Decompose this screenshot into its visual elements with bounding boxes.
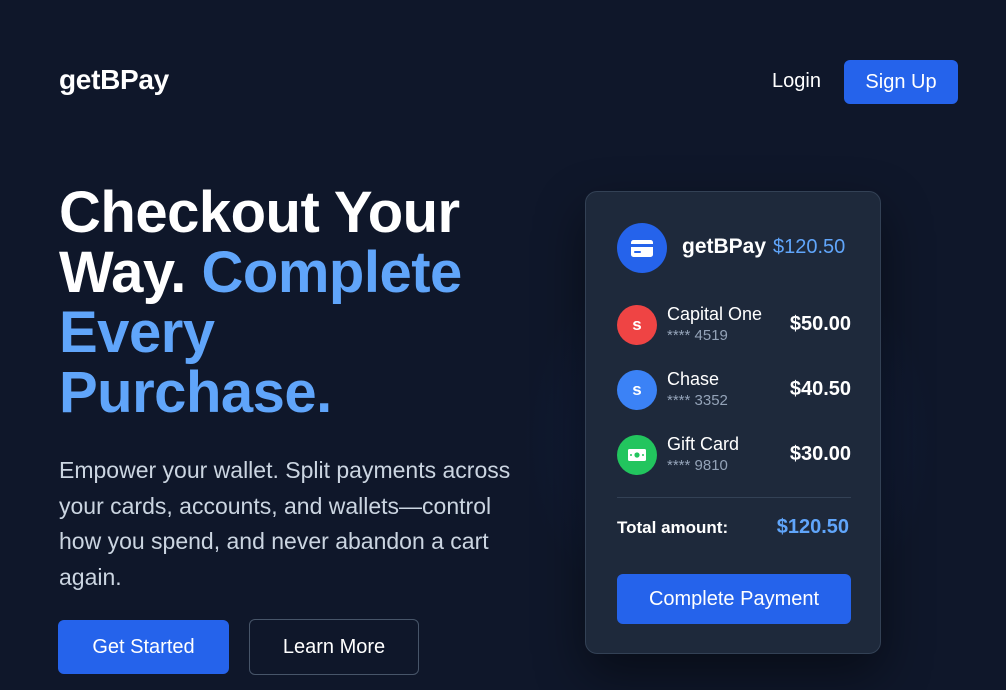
payment-method-mask: **** 4519 (667, 327, 728, 344)
signup-button[interactable]: Sign Up (844, 60, 958, 104)
payment-method-amount: $40.50 (789, 378, 851, 400)
total-amount: $120.50 (776, 516, 849, 538)
capital-one-icon: s (617, 305, 657, 345)
card-brand-name: getBPay (682, 235, 767, 258)
hero-title-accent-purchase: Purchase. (59, 360, 332, 425)
payment-method-name: Capital One (667, 304, 763, 324)
payment-method-name: Chase (667, 369, 720, 389)
payment-card: getBPay $120.50 s Capital One **** 4519 … (585, 191, 881, 654)
chase-icon: s (617, 370, 657, 410)
hero-title-line2: Way. (59, 240, 186, 305)
hero-title-accent-complete: Complete (201, 240, 463, 305)
total-label: Total amount: (617, 518, 729, 537)
hero-subtitle: Empower your wallet. Split payments acro… (59, 457, 511, 590)
payment-method-mask: **** 9810 (667, 457, 728, 474)
credit-card-icon (617, 223, 667, 273)
money-bill-icon (617, 435, 657, 475)
hero-title-line1: Checkout Your (59, 180, 460, 245)
payment-method-row[interactable]: Gift Card **** 9810 $30.00 (617, 434, 851, 476)
hero-title: Checkout Your Way. Complete Every Purcha… (59, 183, 529, 423)
payment-method-amount: $30.00 (789, 443, 851, 465)
payment-method-amount: $50.00 (789, 313, 851, 335)
card-divider (617, 497, 851, 498)
complete-payment-button[interactable]: Complete Payment (617, 574, 851, 624)
login-link[interactable]: Login (772, 70, 821, 93)
payment-method-name: Gift Card (667, 434, 740, 454)
brand-logo[interactable]: getBPay (59, 64, 169, 96)
hero-title-accent-every: Every (59, 300, 215, 365)
learn-more-button[interactable]: Learn More (249, 619, 419, 675)
payment-method-row[interactable]: s Chase **** 3352 $40.50 (617, 369, 851, 411)
card-brand-amount: $120.50 (773, 236, 846, 258)
get-started-button[interactable]: Get Started (58, 620, 229, 674)
payment-method-mask: **** 3352 (667, 392, 728, 409)
payment-method-row[interactable]: s Capital One **** 4519 $50.00 (617, 304, 851, 346)
